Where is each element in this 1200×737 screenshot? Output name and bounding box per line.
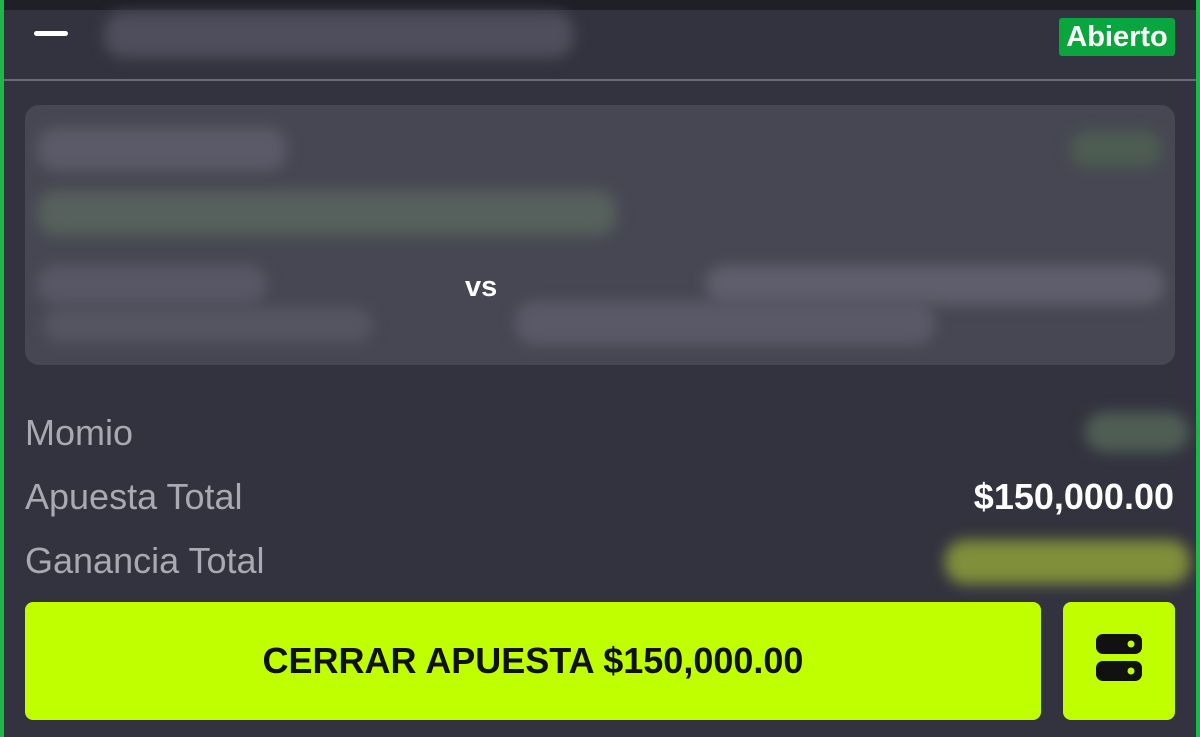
server-stack-icon	[1096, 634, 1142, 681]
redacted-home-team	[37, 265, 267, 305]
redacted-away-team	[705, 265, 1165, 305]
redacted-market-odds	[1070, 131, 1162, 167]
bet-card-header: Abierto	[4, 10, 1196, 80]
odds-label: Momio	[25, 412, 134, 453]
card-accent-left	[0, 0, 4, 737]
total-bet-label: Apuesta Total	[25, 476, 243, 517]
header-divider	[4, 79, 1196, 81]
total-win-label: Ganancia Total	[25, 540, 265, 581]
redacted-market-line	[37, 127, 287, 171]
total-bet-value: $150,000.00	[973, 476, 1174, 517]
redacted-selection-line	[37, 190, 617, 236]
options-button[interactable]	[1063, 602, 1175, 720]
close-bet-button[interactable]: CERRAR APUESTA $150,000.00	[25, 602, 1041, 720]
match-panel: vs	[25, 105, 1175, 365]
minus-icon[interactable]	[34, 31, 68, 36]
redacted-away-team-sub	[515, 301, 935, 345]
redacted-total-win-value	[945, 540, 1190, 584]
status-badge: Abierto	[1059, 18, 1175, 56]
redacted-home-team-sub	[43, 307, 373, 343]
redacted-odds-value	[1085, 412, 1189, 452]
top-strip	[0, 0, 1200, 10]
bet-card: Abierto vs Momio Apuesta Total $150,000.…	[0, 0, 1200, 737]
redacted-event-title	[104, 12, 574, 58]
vs-label: vs	[465, 271, 498, 303]
card-accent-right	[1196, 0, 1200, 737]
